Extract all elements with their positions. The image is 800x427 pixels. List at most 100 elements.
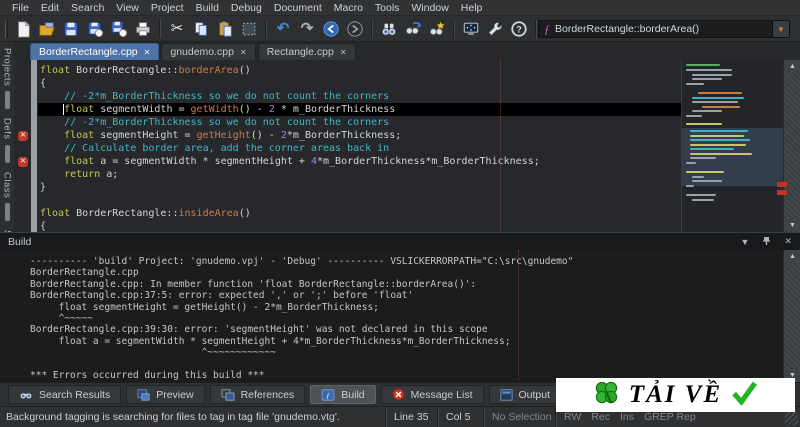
watermark-text: TẢI VỀ [628,381,723,408]
code-line[interactable]: float BorderRectangle::insideArea() [40,207,681,220]
code-editor[interactable]: float BorderRectangle::borderArea(){ // … [14,60,681,232]
menu-item-file[interactable]: File [6,2,35,14]
minimap-line [686,64,720,66]
toolbar-grip[interactable] [5,19,8,38]
back-icon[interactable] [319,18,343,40]
menu-item-tools[interactable]: Tools [369,2,406,14]
sidebar-tab-defs[interactable]: Defs [2,118,13,168]
tool-tab-label: Output [518,388,551,401]
menu-item-macro[interactable]: Macro [328,2,369,14]
menu-item-window[interactable]: Window [405,2,454,14]
code-line[interactable]: // -2*m_BorderThickness so we do not cou… [40,90,681,103]
minimap-line [692,78,722,80]
tool-tab-build[interactable]: ƒ Build [310,385,376,404]
tool-tab-preview[interactable]: Preview [126,385,205,404]
cut-icon[interactable]: ✂ [165,18,189,40]
status-column[interactable]: Col 5 [437,407,483,427]
redo-icon[interactable]: ↷ [295,18,319,40]
tool-tab-references[interactable]: References [209,385,306,404]
find-next-icon[interactable] [401,18,425,40]
menu-item-edit[interactable]: Edit [35,2,65,14]
find-in-files-icon[interactable] [425,18,449,40]
menu-item-build[interactable]: Build [190,2,225,14]
code-line[interactable]: float a = segmentWidth * segmentHeight +… [40,155,681,168]
open-file-icon[interactable] [35,18,59,40]
code-line[interactable]: float segmentWidth = getWidth() - 2 * m_… [38,103,681,116]
tab-close-icon[interactable]: ✕ [340,48,347,57]
menu-item-project[interactable]: Project [145,2,190,14]
tab-label: gnudemo.cpp [170,46,234,58]
save-as-icon[interactable] [83,18,107,40]
minimap[interactable] [681,60,783,232]
select-marquee-icon[interactable] [237,18,261,40]
tool-tab-search-results[interactable]: Search Results [8,385,122,404]
close-icon[interactable]: ✕ [784,236,792,247]
code-area[interactable]: float BorderRectangle::borderArea(){ // … [38,64,681,233]
code-line[interactable] [40,194,681,207]
minimap-line [690,135,744,137]
scroll-up-icon[interactable]: ▲ [784,60,800,73]
code-line[interactable]: float BorderRectangle::borderArea() [40,64,681,77]
menu-item-search[interactable]: Search [65,2,110,14]
copy-icon[interactable] [189,18,213,40]
status-line[interactable]: Line 35 [385,407,437,427]
minimap-line [690,153,752,155]
sidebar-tab-projects[interactable]: Projects [2,48,13,114]
new-file-icon[interactable] [11,18,35,40]
build-icon: ƒ [321,388,335,401]
build-right-margin-line [518,250,519,380]
resize-grip[interactable] [785,412,798,425]
symbol-combo[interactable]: ƒ BorderRectangle::borderArea() ▼ [538,20,790,38]
forward-icon[interactable] [343,18,367,40]
paste-icon[interactable] [213,18,237,40]
combo-dropdown-icon[interactable]: ▼ [772,21,789,37]
tab-BorderRectangle.cpp[interactable]: BorderRectangle.cpp ✕ [30,43,160,60]
build-panel-title: Build [8,235,32,248]
build-output[interactable]: ---------- 'build' Project: 'gnudemo.vpj… [0,250,800,382]
fullscreen-icon[interactable] [459,18,483,40]
tab-Rectangle.cpp[interactable]: Rectangle.cpp ✕ [257,43,356,60]
save-icon[interactable] [59,18,83,40]
menu-item-document[interactable]: Document [268,2,328,14]
tool-tab-output[interactable]: Output [488,385,562,404]
scroll-down-icon[interactable]: ▼ [784,219,800,232]
menu-bar: File Edit Search View Project Build Debug Docum… [0,0,800,16]
help-icon[interactable]: ? [507,18,531,40]
code-line[interactable]: { [40,77,681,90]
minimap-line [686,162,696,164]
editor-scrollbar[interactable]: ▲ ▼ [783,60,800,232]
print-icon[interactable] [131,18,155,40]
svg-text:?: ? [516,24,522,34]
code-line[interactable]: } [40,181,681,194]
panel-menu-icon[interactable]: ▼ [741,237,750,247]
minimap-line [690,148,734,150]
symbol-combo-value: BorderRectangle::borderArea() [555,23,700,35]
menu-item-view[interactable]: View [110,2,145,14]
minimap-line [698,92,742,94]
tab-gnudemo.cpp[interactable]: gnudemo.cpp ✕ [161,43,256,60]
sidebar-tab-class[interactable]: Class [2,172,13,226]
code-line[interactable]: float segmentHeight = getHeight() - 2*m_… [40,129,681,142]
save-all-icon[interactable] [107,18,131,40]
tab-close-icon[interactable]: ✕ [144,48,151,57]
toolbar: ✂ ↶ ↷ ? ƒ BorderRectangle::borderArea() … [0,16,800,42]
tool-tab-message-list[interactable]: Message List [380,385,484,404]
find-icon[interactable] [377,18,401,40]
error-marker-icon[interactable]: ✕ [18,156,28,167]
error-marker-icon[interactable]: ✕ [18,130,28,141]
tab-close-icon[interactable]: ✕ [240,48,247,57]
code-line[interactable]: // Calculate border area, add the corner… [40,142,681,155]
menu-item-help[interactable]: Help [455,2,489,14]
code-line[interactable]: // -2*m_BorderThickness so we do not cou… [40,116,681,129]
status-mode: RW [564,411,582,423]
pin-icon[interactable] [762,236,771,248]
scroll-up-icon[interactable]: ▲ [784,250,800,263]
menu-item-debug[interactable]: Debug [225,2,268,14]
undo-icon[interactable]: ↶ [271,18,295,40]
status-message: Background tagging is searching for file… [6,411,340,423]
build-scrollbar[interactable]: ▲ ▼ [783,250,800,382]
build-panel-header[interactable]: Build ▼ ✕ [0,232,800,250]
sidebar-grip [4,144,10,163]
options-wrench-icon[interactable] [483,18,507,40]
code-line[interactable]: return a; [40,168,681,181]
